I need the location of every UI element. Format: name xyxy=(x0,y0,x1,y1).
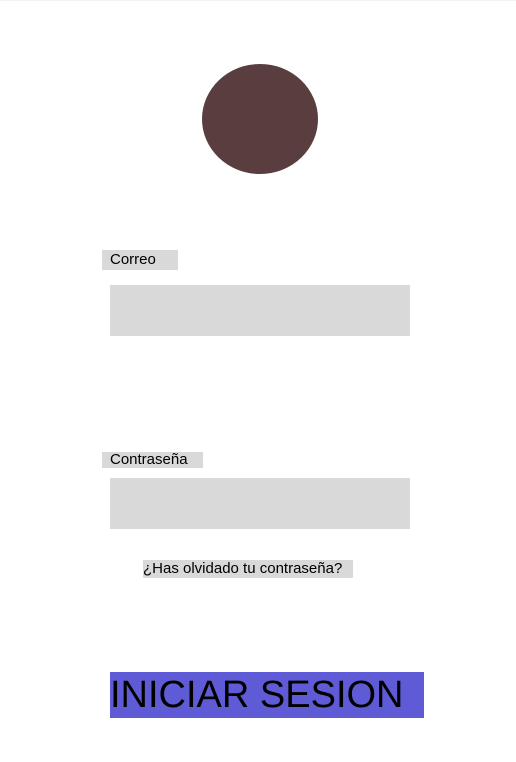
password-field[interactable] xyxy=(110,478,410,529)
top-divider xyxy=(0,0,516,1)
email-label: Correo xyxy=(102,250,178,270)
password-label: Contraseña xyxy=(102,452,203,468)
avatar xyxy=(202,64,318,174)
email-field[interactable] xyxy=(110,285,410,336)
login-button[interactable]: INICIAR SESION xyxy=(110,672,424,718)
forgot-password-link[interactable]: ¿Has olvidado tu contraseña? xyxy=(143,560,353,578)
